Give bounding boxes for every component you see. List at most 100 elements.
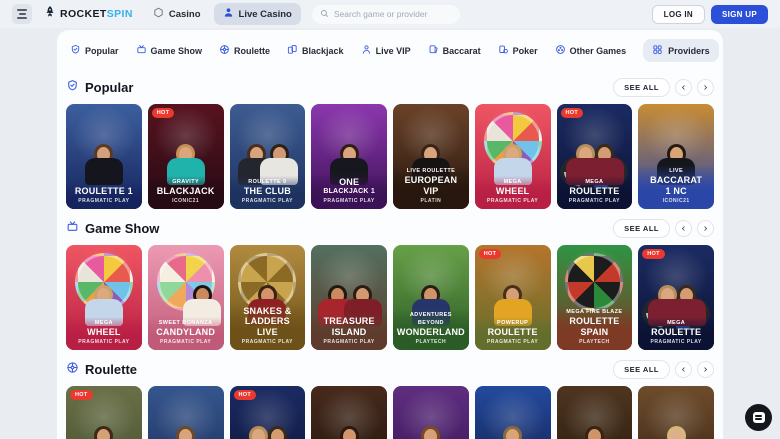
game-tile[interactable] [393, 386, 469, 439]
prev-arrow-button[interactable] [675, 220, 692, 237]
provider-label: PRAGMATIC PLAY [640, 339, 712, 345]
hot-badge: HOT [642, 249, 665, 259]
game-title: LIVEBACCARAT1 NCICONIC21 [638, 165, 714, 209]
dealer-figure [82, 146, 126, 185]
game-title: ADVENTURESBEYONDWONDERLANDPLAYTECH [393, 309, 469, 350]
search-bar[interactable] [312, 5, 460, 24]
game-tile[interactable]: ROULETTE 9THE CLUBPRAGMATIC PLAY [230, 104, 306, 209]
game-show-icon [136, 44, 147, 57]
providers-button[interactable]: Providers [643, 39, 719, 62]
game-tile[interactable]: MEGAWHEELPRAGMATIC PLAY [66, 245, 142, 350]
game-tile[interactable] [638, 386, 714, 439]
category-other-games[interactable]: Other Games [555, 44, 627, 57]
next-arrow-button[interactable] [697, 361, 714, 378]
game-title: MEGAROULETTEPRAGMATIC PLAY [638, 317, 714, 350]
category-blackjack[interactable]: Blackjack [287, 44, 344, 57]
game-tile[interactable]: HOT POWERUPROULETTEPRAGMATIC PLAY [475, 245, 551, 350]
game-tile[interactable]: HOT MEGAROULETTEPRAGMATIC PLAY [557, 104, 633, 209]
signup-button[interactable]: SIGN UP [711, 5, 768, 24]
game-tile[interactable]: HOT GRAVITYBLACKJACKICONIC21 [148, 104, 224, 209]
game-tile[interactable]: HOT [230, 386, 306, 439]
prev-arrow-button[interactable] [675, 361, 692, 378]
next-arrow-button[interactable] [697, 220, 714, 237]
brand-name: ROCKETSPIN [60, 8, 133, 20]
game-tile[interactable]: MEGAWHEELPRAGMATIC PLAY [475, 104, 551, 209]
provider-label: PRAGMATIC PLAY [313, 198, 385, 204]
dealer-figure [572, 428, 616, 439]
section-header: Game Show SEE ALL [62, 209, 718, 245]
game-tile[interactable] [475, 386, 551, 439]
section-header: Roulette SEE ALL [62, 350, 718, 386]
dealer-figure [491, 428, 535, 439]
category-roulette[interactable]: Roulette [219, 44, 270, 57]
popular-icon [70, 44, 81, 57]
login-button[interactable]: LOG IN [652, 5, 705, 24]
nav-item-live-casino[interactable]: Live Casino [214, 3, 301, 25]
game-tile[interactable] [557, 386, 633, 439]
hot-badge: HOT [234, 390, 257, 400]
section-header: Popular SEE ALL [62, 68, 718, 104]
see-all-button[interactable]: SEE ALL [613, 360, 670, 379]
provider-label: PRAGMATIC PLAY [232, 198, 304, 204]
game-tile[interactable] [148, 386, 224, 439]
provider-label: PRAGMATIC PLAY [232, 339, 304, 345]
chat-button[interactable] [745, 404, 772, 431]
search-icon [320, 5, 329, 23]
provider-label: PRAGMATIC PLAY [150, 339, 222, 345]
game-tile[interactable]: SNAKES &LADDERSLIVEPRAGMATIC PLAY [230, 245, 306, 350]
see-all-button[interactable]: SEE ALL [613, 78, 670, 97]
nav-item-label: Casino [169, 9, 201, 20]
top-bar: ROCKETSPIN Casino Live Casino LOG IN SIG… [0, 0, 780, 28]
tiles-row: HOT HOT [62, 386, 718, 439]
blackjack-icon [287, 44, 298, 57]
tiles-row: MEGAWHEELPRAGMATIC PLAY SWEET BONANZACAN… [62, 245, 718, 350]
game-title: TREASUREISLANDPRAGMATIC PLAY [311, 313, 387, 350]
top-nav: Casino Live Casino [144, 3, 301, 25]
game-tile[interactable]: LIVE ROULETTEEUROPEANVIPPLATIN [393, 104, 469, 209]
providers-label: Providers [668, 46, 710, 56]
game-tile[interactable]: MEGA FIRE BLAZEROULETTESPAINPLAYTECH [557, 245, 633, 350]
category-popular[interactable]: Popular [70, 44, 119, 57]
category-bar: Popular Game Show Roulette Blackjack Liv… [62, 30, 718, 68]
game-tile[interactable]: ADVENTURESBEYONDWONDERLANDPLAYTECH [393, 245, 469, 350]
game-tile[interactable]: SWEET BONANZACANDYLANDPRAGMATIC PLAY [148, 245, 224, 350]
next-arrow-button[interactable] [697, 79, 714, 96]
dealer-figure [409, 428, 453, 439]
game-tile[interactable]: LIVEBACCARAT1 NCICONIC21 [638, 104, 714, 209]
search-input[interactable] [334, 9, 452, 19]
category-live-vip[interactable]: Live VIP [361, 44, 411, 57]
hot-badge: HOT [561, 108, 584, 118]
category-baccarat[interactable]: Baccarat [428, 44, 481, 57]
category-label: Blackjack [302, 46, 344, 56]
roulette-icon [219, 44, 230, 57]
roulette-icon [66, 361, 79, 379]
provider-label: PRAGMATIC PLAY [559, 198, 631, 204]
menu-icon[interactable] [12, 4, 32, 24]
hot-badge: HOT [479, 249, 502, 259]
category-poker[interactable]: Poker [498, 44, 538, 57]
game-tile[interactable]: HOT MEGAROULETTEPRAGMATIC PLAY [638, 245, 714, 350]
game-title: MEGAROULETTEPRAGMATIC PLAY [557, 176, 633, 209]
brand-logo[interactable]: ROCKETSPIN [43, 5, 133, 24]
nav-item-label: Live Casino [239, 9, 292, 20]
prev-arrow-button[interactable] [675, 79, 692, 96]
game-tile[interactable]: HOT [66, 386, 142, 439]
dealer-figure [654, 428, 698, 439]
dealer-figure [256, 428, 300, 439]
provider-label: ICONIC21 [150, 198, 222, 204]
dealer-figure [164, 428, 208, 439]
category-game-show[interactable]: Game Show [136, 44, 203, 57]
provider-label: PRAGMATIC PLAY [477, 339, 549, 345]
provider-label: PRAGMATIC PLAY [313, 339, 385, 345]
category-label: Baccarat [443, 46, 481, 56]
provider-label: ICONIC21 [640, 198, 712, 204]
sections-container: Popular SEE ALL ROULETTE 1PRAGMATIC PLAY… [62, 68, 718, 439]
game-tile[interactable]: TREASUREISLANDPRAGMATIC PLAY [311, 245, 387, 350]
tiles-row: ROULETTE 1PRAGMATIC PLAY HOT GRAVITYBLAC… [62, 104, 718, 209]
game-tile[interactable]: ONEBLACKJACK 1PRAGMATIC PLAY [311, 104, 387, 209]
nav-item-casino[interactable]: Casino [144, 3, 210, 25]
game-tile[interactable]: ROULETTE 1PRAGMATIC PLAY [66, 104, 142, 209]
see-all-button[interactable]: SEE ALL [613, 219, 670, 238]
game-tile[interactable] [311, 386, 387, 439]
provider-label: PRAGMATIC PLAY [477, 198, 549, 204]
